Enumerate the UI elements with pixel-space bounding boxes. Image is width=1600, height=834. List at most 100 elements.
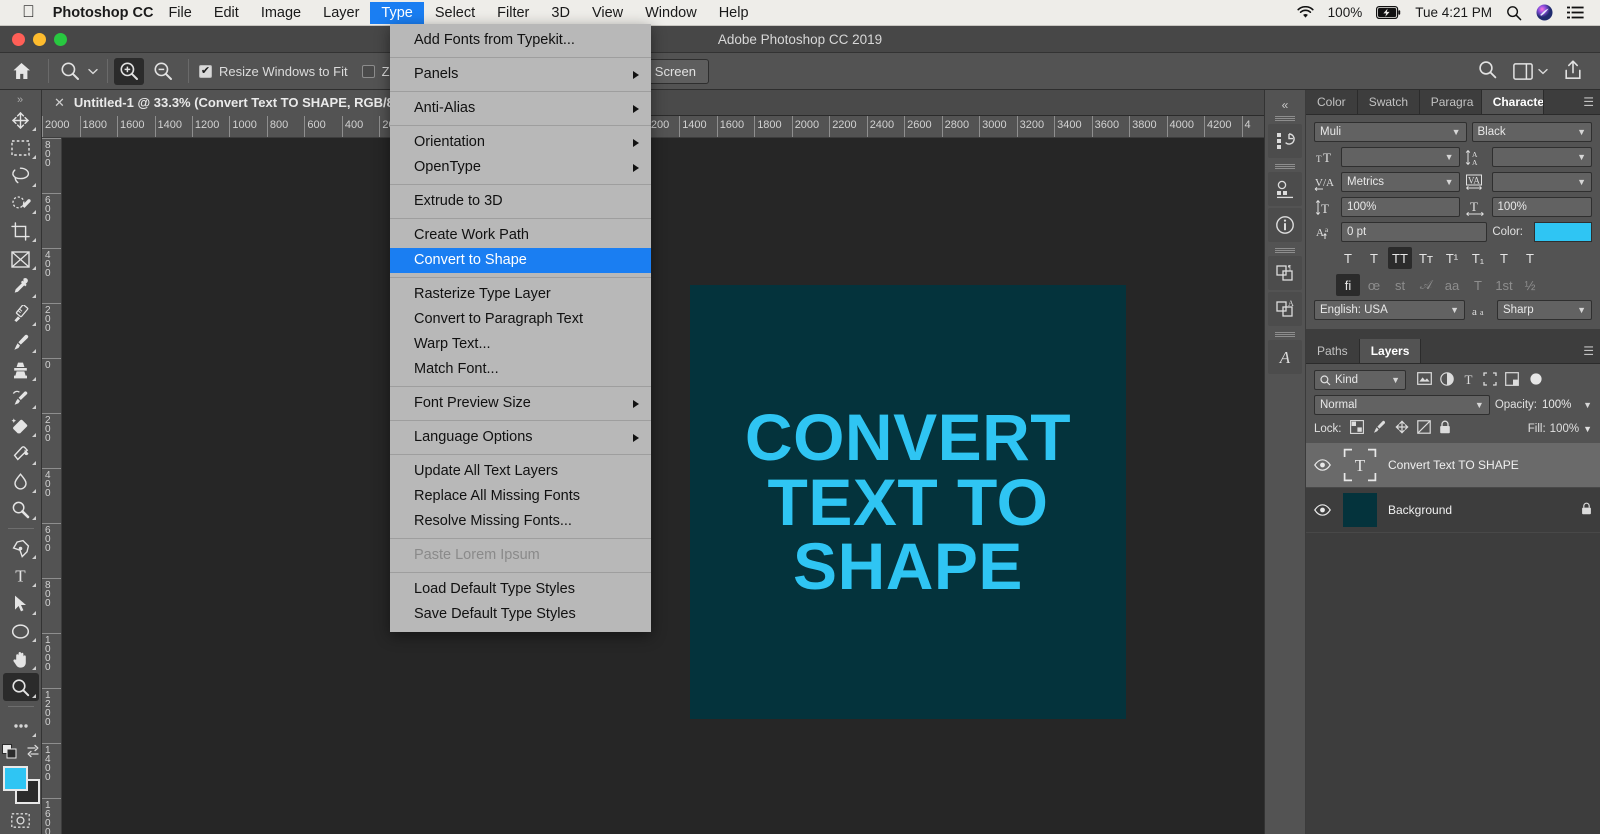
glyphs-panel-icon[interactable]: A [1268,340,1302,374]
menu-item[interactable]: Anti-Alias [390,96,651,121]
adjustment-layer-filter-icon[interactable] [1440,371,1454,389]
menu-item[interactable]: Save Default Type Styles [390,602,651,627]
menu-item[interactable]: Convert to Shape [390,248,651,273]
type-menu-dropdown[interactable]: Add Fonts from Typekit... Panels Anti-Alia… [390,24,651,632]
eyedropper-tool[interactable] [3,273,39,301]
canvas-viewport[interactable]: CONVERT TEXT TO SHAPE [62,138,1264,834]
layer-visibility-toggle[interactable] [1312,459,1332,471]
underline-button[interactable]: T [1492,247,1516,269]
move-tool[interactable] [3,106,39,134]
lock-all-icon[interactable] [1439,420,1451,437]
menu-item[interactable]: Create Work Path [390,223,651,248]
zoom-tool[interactable] [2,673,39,702]
leading-input[interactable]: ▼ [1491,147,1592,167]
oldstyle-button[interactable]: aa [1440,274,1464,296]
menu-item[interactable]: Update All Text Layers [390,459,651,484]
font-size-input[interactable]: ▼ [1341,147,1460,167]
menu-item[interactable]: Add Fonts from Typekit... [390,28,651,53]
history-brush-tool[interactable] [3,384,39,412]
rectangular-marquee-tool[interactable] [3,134,39,162]
share-button[interactable] [1564,59,1582,83]
fractions-button[interactable]: ½ [1518,274,1542,296]
menu-layer[interactable]: Layer [312,2,370,24]
faux-bold-button[interactable]: T [1336,247,1360,269]
swash-button[interactable]: 𝒜 [1414,274,1438,296]
small-caps-button[interactable]: Tᴛ [1414,247,1438,269]
swap-colors-icon[interactable] [26,744,40,763]
quick-selection-tool[interactable] [3,190,39,218]
anti-alias-select[interactable]: Sharp ▼ [1497,300,1592,320]
blend-mode-select[interactable]: Normal ▼ [1314,395,1490,415]
tab-paragraph[interactable]: Paragra [1419,90,1482,114]
discretionary-ligatures-button[interactable]: st [1388,274,1412,296]
tool-preset-chevron[interactable] [85,68,101,75]
gradient-tool[interactable] [3,440,39,468]
kerning-select[interactable]: Metrics ▼ [1341,172,1460,192]
quick-mask-toggle[interactable] [3,806,39,834]
standard-ligatures-button[interactable]: fi [1336,274,1360,296]
rail-group-grip[interactable] [1275,116,1295,121]
path-selection-tool[interactable] [3,590,39,618]
paragraph-styles-panel-icon[interactable]: ¶ [1268,256,1302,290]
close-icon[interactable]: ✕ [54,95,65,111]
ordinals-button[interactable]: 1st [1492,274,1516,296]
menu-edit[interactable]: Edit [203,2,250,24]
lock-artboard-nesting-icon[interactable] [1416,420,1431,437]
zoom-tool-preset[interactable] [55,58,85,85]
layer-filter-kind-select[interactable]: Kind ▼ [1314,370,1406,390]
vertical-scale-input[interactable]: 100% [1341,197,1460,217]
menu-image[interactable]: Image [250,2,312,24]
menu-item[interactable]: Font Preview Size [390,391,651,416]
zoom-out-button[interactable] [148,58,178,85]
workspace-switcher[interactable] [1513,62,1548,80]
type-tool[interactable]: T [3,562,39,590]
panel-menu-icon[interactable]: ☰ [1583,345,1594,357]
menu-window[interactable]: Window [634,2,708,24]
blur-tool[interactable] [3,468,39,496]
tab-layers[interactable]: Layers [1359,339,1422,363]
faux-italic-button[interactable]: T [1362,247,1386,269]
adjustments-panel-icon[interactable] [1268,172,1302,206]
stylistic-alternates-button[interactable]: T [1466,274,1490,296]
resize-windows-to-fit-checkbox[interactable]: ✔ Resize Windows to Fit [199,64,348,79]
menu-item[interactable]: Load Default Type Styles [390,577,651,602]
menu-item[interactable]: Replace All Missing Fonts [390,484,651,509]
rail-group-grip[interactable] [1275,164,1295,169]
fill-control[interactable]: Fill: 100% ▼ [1528,423,1592,435]
type-layer-thumbnail[interactable]: T [1342,447,1378,483]
menu-item[interactable]: Rasterize Type Layer [390,282,651,307]
clone-stamp-tool[interactable] [3,356,39,384]
language-select[interactable]: English: USA ▼ [1314,300,1465,320]
edit-toolbar-more-button[interactable] [3,712,39,740]
rail-group-grip[interactable] [1275,332,1295,337]
lock-transparent-pixels-icon[interactable] [1349,420,1364,437]
character-styles-panel-icon[interactable]: A [1268,292,1302,326]
layer-row[interactable]: Background [1306,488,1600,533]
layer-visibility-toggle[interactable] [1312,504,1332,516]
menu-item[interactable]: Match Font... [390,357,651,382]
libraries-panel-icon[interactable] [1268,124,1302,158]
menu-file[interactable]: File [157,2,202,24]
menu-item[interactable]: Language Options [390,425,651,450]
wifi-icon[interactable] [1297,6,1314,19]
lasso-tool[interactable] [3,162,39,190]
layer-row[interactable]: T Convert Text TO SHAPE [1306,443,1600,488]
ellipse-tool[interactable] [3,618,39,646]
siri-icon[interactable] [1536,4,1553,21]
menu-type[interactable]: Type [370,1,424,24]
eraser-tool[interactable] [3,412,39,440]
tab-paths[interactable]: Paths [1306,339,1360,363]
document-tab[interactable]: ✕ Untitled-1 @ 33.3% (Convert Text TO SH… [42,89,406,116]
home-button[interactable] [0,62,42,80]
menu-item[interactable]: Warp Text... [390,332,651,357]
filter-power-toggle-icon[interactable] [1529,372,1543,389]
menu-3d[interactable]: 3D [540,2,581,24]
expand-panels-chevron-icon[interactable]: « [1282,98,1289,112]
crop-tool[interactable] [3,217,39,245]
brush-tool[interactable] [3,329,39,357]
type-layer-filter-icon[interactable]: T [1462,372,1475,389]
layer-thumbnail[interactable] [1342,492,1378,528]
notification-center-icon[interactable] [1567,6,1584,19]
menu-view[interactable]: View [581,2,634,24]
menu-item[interactable]: Convert to Paragraph Text [390,307,651,332]
